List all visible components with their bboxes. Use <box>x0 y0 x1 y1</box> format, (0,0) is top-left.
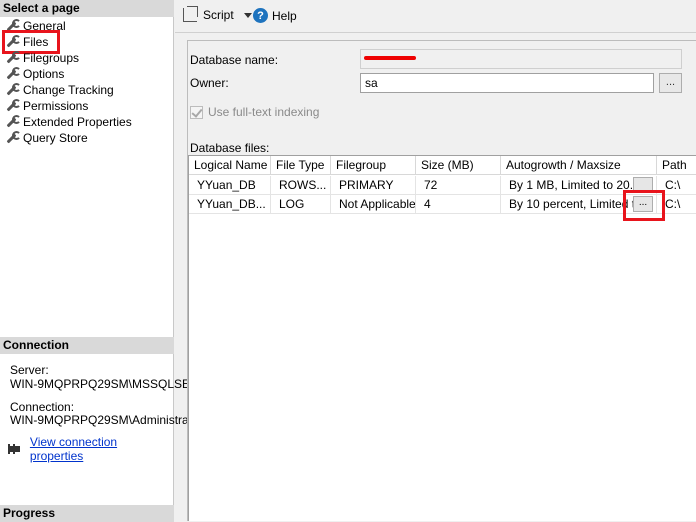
grid-header-row: Logical Name File Type Filegroup Size (M… <box>189 156 696 175</box>
wrench-icon <box>5 131 21 145</box>
redaction-mark <box>364 56 416 60</box>
wrench-icon <box>5 51 21 65</box>
fulltext-checkbox-row[interactable]: Use full-text indexing <box>190 105 319 119</box>
table-row[interactable]: YYuan_DB ROWS... PRIMARY 72 By 1 MB, Lim… <box>189 176 696 195</box>
page-options[interactable]: Options <box>5 66 64 82</box>
fulltext-label: Use full-text indexing <box>208 105 320 119</box>
file-type-cell[interactable]: LOG <box>271 195 331 214</box>
page-label: Query Store <box>23 131 88 145</box>
size-cell[interactable]: 4 <box>416 195 501 214</box>
chevron-down-icon[interactable] <box>243 12 252 18</box>
column-header[interactable]: File Type <box>271 156 331 175</box>
server-label: Server: <box>10 363 49 377</box>
size-cell[interactable]: 72 <box>416 176 501 195</box>
wrench-icon <box>5 115 21 129</box>
fulltext-checkbox[interactable] <box>190 105 203 119</box>
connection-value: WIN-9MQPRPQ29SM\Administrat <box>10 413 193 427</box>
help-icon: ? <box>253 8 268 23</box>
page-label: Permissions <box>23 99 89 113</box>
column-header[interactable]: Size (MB) <box>416 156 501 175</box>
file-type-cell[interactable]: ROWS... <box>271 176 331 195</box>
database-files-label: Database files: <box>190 141 270 155</box>
page-change-tracking[interactable]: Change Tracking <box>5 82 114 98</box>
help-label: Help <box>272 8 297 23</box>
progress-header: Progress <box>0 505 174 522</box>
connection-label: Connection: <box>10 400 75 414</box>
script-icon <box>183 6 198 22</box>
column-header[interactable]: Logical Name <box>189 156 271 175</box>
server-value: WIN-9MQPRPQ29SM\MSSQLSE <box>10 377 191 391</box>
database-name-label: Database name: <box>190 53 279 67</box>
wrench-icon <box>5 67 21 81</box>
column-header[interactable]: Path <box>657 156 696 175</box>
filegroup-cell[interactable]: PRIMARY <box>331 176 416 195</box>
page-extended-properties[interactable]: Extended Properties <box>5 114 132 130</box>
page-label: Options <box>23 67 65 81</box>
owner-browse-button[interactable]: ... <box>659 73 682 93</box>
column-header[interactable]: Filegroup <box>331 156 416 175</box>
owner-field[interactable]: sa <box>360 73 654 93</box>
page-label: Filegroups <box>23 51 80 65</box>
left-pane: Select a page General Files Filegroups O… <box>0 0 192 522</box>
toolbar: Script ? Help <box>175 0 696 33</box>
autogrowth-highlight-box <box>623 190 665 221</box>
help-button[interactable]: ? Help <box>253 8 297 23</box>
page-label: Extended Properties <box>23 115 132 129</box>
plug-icon <box>8 442 24 456</box>
select-page-header: Select a page <box>0 0 174 17</box>
script-label: Script <box>203 8 234 22</box>
script-button[interactable]: Script <box>183 6 252 22</box>
logical-name-cell[interactable]: YYuan_DB <box>189 176 271 195</box>
page-query-store[interactable]: Query Store <box>5 130 88 146</box>
connection-header: Connection <box>0 337 174 354</box>
filegroup-cell[interactable]: Not Applicable <box>331 195 416 214</box>
page-label: Change Tracking <box>23 83 114 97</box>
page-permissions[interactable]: Permissions <box>5 98 88 114</box>
column-header[interactable]: Autogrowth / Maxsize <box>501 156 657 175</box>
database-files-grid: Logical Name File Type Filegroup Size (M… <box>188 155 696 521</box>
autogrowth-text: By 1 MB, Limited to 20... <box>509 178 640 192</box>
owner-label: Owner: <box>190 76 229 90</box>
wrench-icon <box>5 83 21 97</box>
logical-name-cell[interactable]: YYuan_DB... <box>189 195 271 214</box>
page-filegroups[interactable]: Filegroups <box>5 50 79 66</box>
table-row[interactable]: YYuan_DB... LOG Not Applicable 4 By 10 p… <box>189 195 696 214</box>
view-connection-properties: View connection properties <box>8 435 173 463</box>
wrench-icon <box>5 99 21 113</box>
view-connection-properties-link[interactable]: View connection properties <box>30 435 173 463</box>
